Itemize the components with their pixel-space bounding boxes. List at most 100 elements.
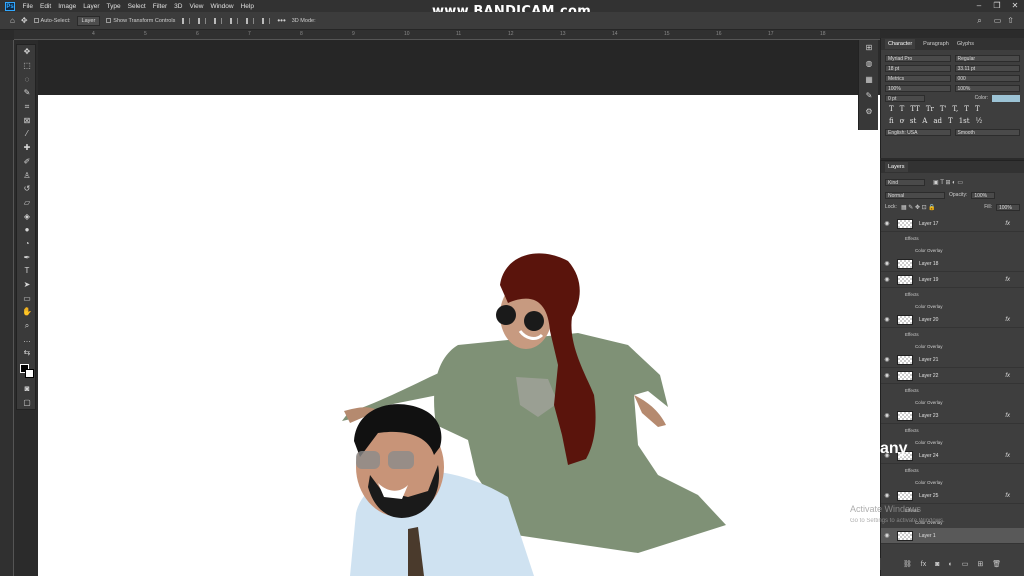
- visibility-eye-icon[interactable]: ◉: [881, 276, 893, 283]
- subscript-button[interactable]: T,: [952, 105, 958, 113]
- effects-row[interactable]: Effects: [881, 464, 1024, 476]
- superscript-button[interactable]: T': [940, 105, 947, 113]
- color-overlay-row[interactable]: Color Overlay: [881, 476, 1024, 488]
- transform-controls-checkbox[interactable]: Show Transform Controls: [106, 18, 175, 24]
- menu-layer[interactable]: Layer: [80, 3, 103, 10]
- pen-icon[interactable]: ✒: [17, 250, 37, 264]
- tab-layers[interactable]: Layers: [885, 162, 908, 172]
- move-tool-icon[interactable]: ✥: [21, 16, 28, 25]
- faux-bold-button[interactable]: T: [889, 105, 894, 113]
- quick-select-icon[interactable]: ✎: [17, 86, 37, 100]
- effects-row[interactable]: Effects: [881, 232, 1024, 244]
- effects-row[interactable]: Effects: [881, 288, 1024, 300]
- crop-icon[interactable]: ⌗: [17, 100, 37, 114]
- minimize-icon[interactable]: –: [970, 0, 988, 12]
- new-layer-icon[interactable]: ⊞: [977, 560, 983, 568]
- text-color-swatch[interactable]: [992, 94, 1020, 102]
- swap-colors-icon[interactable]: ⇆: [17, 346, 37, 360]
- layer-fx-icon[interactable]: fx: [1005, 413, 1010, 419]
- menu-edit[interactable]: Edit: [36, 3, 54, 10]
- visibility-eye-icon[interactable]: ◉: [881, 260, 893, 267]
- layer-fx-icon[interactable]: fx: [1005, 493, 1010, 499]
- align-bottom-icon[interactable]: [262, 17, 271, 24]
- color-overlay-row[interactable]: Color Overlay: [881, 396, 1024, 408]
- small-caps-button[interactable]: Tr: [926, 105, 934, 113]
- lasso-icon[interactable]: ◌: [17, 72, 37, 86]
- font-family-select[interactable]: Myriad Pro: [885, 54, 951, 62]
- menu-view[interactable]: View: [186, 3, 207, 10]
- color-overlay-row[interactable]: Color Overlay: [881, 244, 1024, 256]
- layer-row[interactable]: ◉ Layer 19 fx: [881, 272, 1024, 288]
- eyedropper-icon[interactable]: ⁄: [17, 127, 37, 141]
- share-icon[interactable]: ⇧: [1007, 16, 1014, 25]
- search-icon[interactable]: ⌕: [977, 16, 981, 26]
- more-tools-icon[interactable]: …: [17, 332, 37, 346]
- link-layers-icon[interactable]: ⛓: [903, 560, 912, 568]
- close-icon[interactable]: ✕: [1006, 0, 1024, 12]
- language-select[interactable]: English: USA: [885, 128, 951, 136]
- swatches-panel-icon[interactable]: ▦: [859, 72, 879, 88]
- brush-icon[interactable]: ✐: [17, 155, 37, 169]
- adjustment-layer-icon[interactable]: ◐: [948, 561, 952, 568]
- screen-mode-icon[interactable]: ▢: [17, 396, 37, 410]
- layer-fx-icon[interactable]: fx: [1005, 221, 1010, 227]
- titling-button[interactable]: T: [948, 117, 953, 125]
- layer-fx-icon[interactable]: fx: [1005, 453, 1010, 459]
- home-icon[interactable]: ⌂: [10, 16, 15, 25]
- vertical-ruler[interactable]: [0, 40, 14, 576]
- layer-row[interactable]: ◉ Layer 23 fx: [881, 408, 1024, 424]
- fill-field[interactable]: 100%: [996, 203, 1020, 211]
- align-left-icon[interactable]: [182, 17, 191, 24]
- history-panel-icon[interactable]: ⊞: [859, 40, 879, 56]
- move-icon[interactable]: ✥: [17, 45, 37, 59]
- delete-layer-icon[interactable]: 🗑: [992, 560, 1001, 568]
- document-canvas[interactable]: [38, 95, 880, 576]
- restore-icon[interactable]: ❐: [988, 0, 1006, 12]
- visibility-eye-icon[interactable]: ◉: [881, 356, 893, 363]
- color-swatches[interactable]: [17, 360, 37, 382]
- visibility-eye-icon[interactable]: ◉: [881, 492, 893, 499]
- leading-field[interactable]: 33.11 pt: [954, 64, 1020, 72]
- add-style-icon[interactable]: fx: [921, 561, 926, 568]
- more-options-icon[interactable]: •••: [277, 16, 285, 25]
- effects-row[interactable]: Effects: [881, 424, 1024, 436]
- marquee-icon[interactable]: ⬚: [17, 59, 37, 73]
- layer-row[interactable]: ◉ Layer 25 fx: [881, 488, 1024, 504]
- menu-type[interactable]: Type: [103, 3, 124, 10]
- visibility-eye-icon[interactable]: ◉: [881, 316, 893, 323]
- auto-select-checkbox[interactable]: Auto-Select:: [33, 18, 71, 24]
- hand-icon[interactable]: ✋: [17, 305, 37, 319]
- layer-row[interactable]: ◉ Layer 21: [881, 352, 1024, 368]
- discretionary-ligatures-button[interactable]: st: [910, 117, 916, 125]
- old-style-button[interactable]: ơ: [900, 117, 904, 125]
- kerning-field[interactable]: Metrics: [885, 74, 951, 82]
- visibility-eye-icon[interactable]: ◉: [881, 532, 893, 539]
- tab-glyphs[interactable]: Glyphs: [957, 41, 974, 47]
- ordinals-button[interactable]: 1st: [959, 117, 970, 125]
- filter-icons[interactable]: ▣ T ⊞ ◐ ▭: [933, 179, 963, 186]
- vertical-scale-field[interactable]: 100%: [885, 84, 951, 92]
- baseline-field[interactable]: 0 pt: [885, 94, 925, 102]
- ligatures-button[interactable]: fi: [889, 117, 894, 125]
- menu-window[interactable]: Window: [207, 3, 237, 10]
- underline-button[interactable]: T: [964, 105, 969, 113]
- color-overlay-row[interactable]: Color Overlay: [881, 300, 1024, 312]
- color-panel-icon[interactable]: ◍: [859, 56, 879, 72]
- visibility-eye-icon[interactable]: ◉: [881, 412, 893, 419]
- stylistic-alternates-button[interactable]: ad: [933, 117, 942, 125]
- menu-file[interactable]: File: [19, 3, 36, 10]
- type-icon[interactable]: T: [17, 264, 37, 278]
- layer-row[interactable]: ◉ Layer 17 fx: [881, 216, 1024, 232]
- horizontal-ruler[interactable]: 4 5 6 7 8 9 10 11 12 13 14 15 16 17 18: [14, 30, 880, 40]
- adjustments-panel-icon[interactable]: ⚙: [859, 104, 879, 120]
- tab-character[interactable]: Character: [885, 39, 916, 49]
- dodge-icon[interactable]: ◔: [17, 237, 37, 251]
- menu-select[interactable]: Select: [124, 3, 149, 10]
- history-brush-icon[interactable]: ↺: [17, 182, 37, 196]
- layer-fx-icon[interactable]: fx: [1005, 373, 1010, 379]
- new-group-icon[interactable]: ▭: [962, 560, 969, 568]
- blend-mode-select[interactable]: Normal: [885, 191, 945, 199]
- visibility-eye-icon[interactable]: ◉: [881, 220, 893, 227]
- path-select-icon[interactable]: ➤: [17, 278, 37, 292]
- quick-mask-icon[interactable]: ◙: [17, 382, 37, 396]
